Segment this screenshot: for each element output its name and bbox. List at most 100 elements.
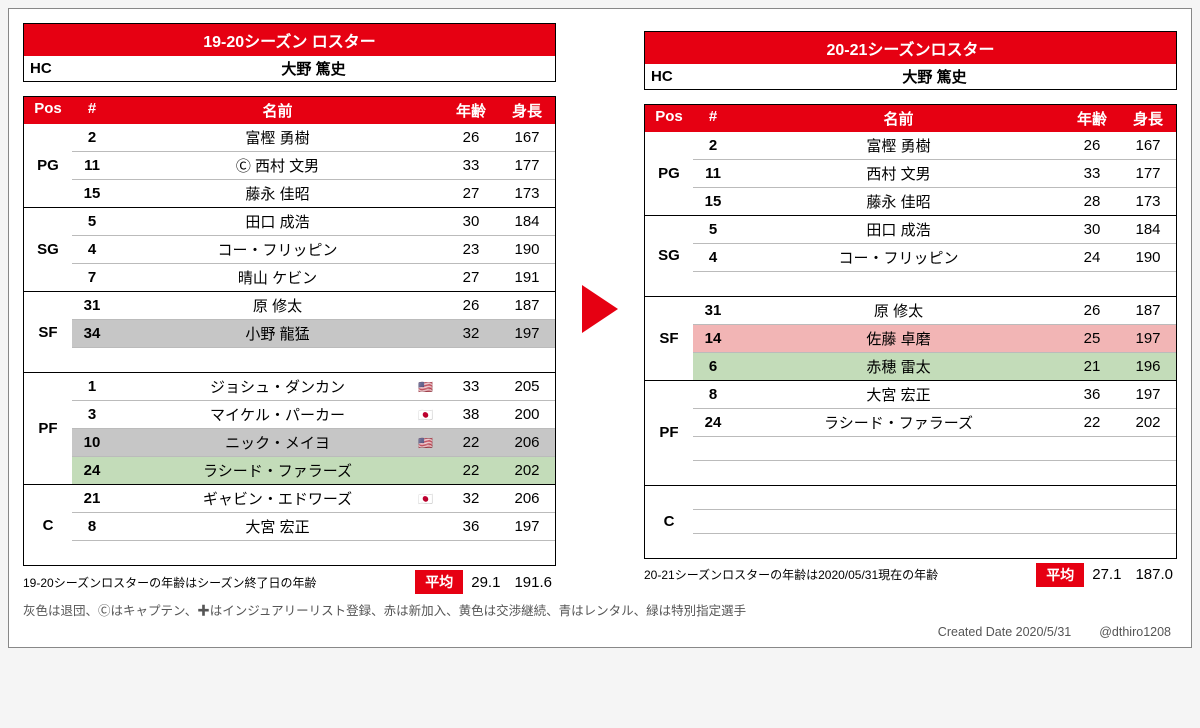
position-block: C	[645, 486, 1176, 558]
position-label: SF	[24, 292, 72, 372]
player-number: 11	[72, 154, 112, 177]
player-height: 187	[1120, 299, 1176, 322]
dual-panels: 19-20シーズン ロスターHC大野 篤史Pos#名前年齢身長PG2富樫 勇樹2…	[23, 23, 1177, 594]
player-name	[733, 518, 1064, 524]
player-row: 3マイケル・パーカー🇯🇵38200	[72, 401, 555, 429]
player-age: 30	[443, 210, 499, 233]
position-rows: 2富樫 勇樹2616711西村 文男3317715藤永 佳昭28173	[693, 132, 1176, 215]
player-number: 14	[693, 327, 733, 350]
player-number	[693, 543, 733, 549]
player-number: 2	[72, 126, 112, 149]
author-handle: @dthiro1208	[1099, 625, 1171, 639]
player-age: 27	[443, 182, 499, 205]
player-age	[1064, 518, 1120, 524]
player-age	[1064, 445, 1120, 451]
player-height: 190	[499, 238, 555, 261]
player-age: 36	[1064, 383, 1120, 406]
footnote-text: 19-20シーズンロスターの年齢はシーズン終了日の年齢	[23, 574, 407, 591]
player-height: 177	[1120, 162, 1176, 185]
position-label: PG	[24, 124, 72, 207]
col-number: #	[693, 105, 733, 132]
player-name: ラシード・ファラーズ	[733, 409, 1064, 436]
player-height	[1120, 494, 1176, 500]
player-name: 小野 龍猛	[112, 320, 443, 347]
player-row	[693, 461, 1176, 485]
player-row: 8大宮 宏正36197	[72, 513, 555, 541]
roster-table: Pos#名前年齢身長PG2富樫 勇樹2616711西村 文男3317715藤永 …	[644, 104, 1177, 559]
player-name: 田口 成浩	[733, 216, 1064, 243]
player-age: 22	[1064, 411, 1120, 434]
position-label: SG	[24, 208, 72, 291]
player-number: 31	[693, 299, 733, 322]
player-number	[693, 494, 733, 500]
position-label: C	[645, 486, 693, 558]
player-height: 206	[499, 487, 555, 510]
player-name: 西村 文男	[733, 160, 1064, 187]
player-age: 27	[443, 266, 499, 289]
player-row: 24ラシード・ファラーズ22202	[693, 409, 1176, 437]
player-row: 5田口 成浩30184	[72, 208, 555, 236]
player-number: 7	[72, 266, 112, 289]
player-height	[1120, 445, 1176, 451]
player-number	[693, 445, 733, 451]
average-age: 29.1	[471, 574, 500, 591]
position-label: C	[24, 485, 72, 565]
col-height: 身長	[499, 97, 555, 124]
player-name: 晴山 ケビン	[112, 264, 443, 291]
average-height: 187.0	[1135, 566, 1173, 583]
position-block: PG2富樫 勇樹2616711西村 文男3317715藤永 佳昭28173	[645, 132, 1176, 216]
average-values: 29.1 191.6	[471, 574, 556, 591]
player-age: 26	[1064, 134, 1120, 157]
player-row: 31原 修太26187	[72, 292, 555, 320]
player-height	[1120, 543, 1176, 549]
position-label: PG	[645, 132, 693, 215]
position-rows: 31原 修太2618734小野 龍猛32197	[72, 292, 555, 372]
hc-name: 大野 篤史	[699, 66, 1170, 87]
position-rows: 5田口 成浩301844コー・フリッピン24190	[693, 216, 1176, 296]
player-height: 200	[499, 403, 555, 426]
position-rows: 5田口 成浩301844コー・フリッピン231907晴山 ケビン27191	[72, 208, 555, 291]
player-height: 202	[499, 459, 555, 482]
hc-row: HC大野 篤史	[24, 56, 555, 81]
header-box: 20-21シーズンロスターHC大野 篤史	[644, 31, 1177, 90]
player-row: 6赤穂 雷太21196	[693, 353, 1176, 380]
player-row: 2富樫 勇樹26167	[72, 124, 555, 152]
player-age: 30	[1064, 218, 1120, 241]
position-rows: 21ギャビン・エドワーズ🇯🇵322068大宮 宏正36197	[72, 485, 555, 565]
player-height: 167	[499, 126, 555, 149]
average-badge: 平均	[415, 570, 463, 594]
player-age: 33	[1064, 162, 1120, 185]
player-row: 34小野 龍猛32197	[72, 320, 555, 348]
created-date: Created Date 2020/5/31	[938, 625, 1071, 639]
player-row: 7晴山 ケビン27191	[72, 264, 555, 291]
col-age: 年齢	[443, 97, 499, 124]
player-number: 21	[72, 487, 112, 510]
player-name: 大宮 宏正	[112, 513, 443, 540]
player-row: 14佐藤 卓磨25197	[693, 325, 1176, 353]
col-name: 名前	[112, 97, 443, 124]
position-block: SF31原 修太2618714佐藤 卓磨251976赤穂 雷太21196	[645, 297, 1176, 381]
player-number: 3	[72, 403, 112, 426]
player-name: 富樫 勇樹	[112, 124, 443, 151]
average-height: 191.6	[514, 574, 552, 591]
position-rows	[693, 486, 1176, 558]
page: 19-20シーズン ロスターHC大野 篤史Pos#名前年齢身長PG2富樫 勇樹2…	[8, 8, 1192, 648]
average-values: 27.1187.0	[1092, 566, 1177, 583]
player-age: 26	[443, 294, 499, 317]
player-height: 177	[499, 154, 555, 177]
player-age: 22	[443, 431, 499, 454]
player-name: 藤永 佳昭	[112, 180, 443, 207]
position-label: SG	[645, 216, 693, 296]
average-badge: 平均	[1036, 563, 1084, 587]
player-height: 197	[1120, 383, 1176, 406]
player-name: ラシード・ファラーズ	[112, 457, 443, 484]
player-height	[499, 550, 555, 556]
position-label: PF	[24, 373, 72, 484]
player-height: 206	[499, 431, 555, 454]
position-block: SG5田口 成浩301844コー・フリッピン231907晴山 ケビン27191	[24, 208, 555, 292]
player-name	[733, 543, 1064, 549]
player-age: 21	[1064, 355, 1120, 378]
player-number: 10	[72, 431, 112, 454]
hc-row: HC大野 篤史	[645, 64, 1176, 89]
player-name: 原 修太	[112, 292, 443, 319]
